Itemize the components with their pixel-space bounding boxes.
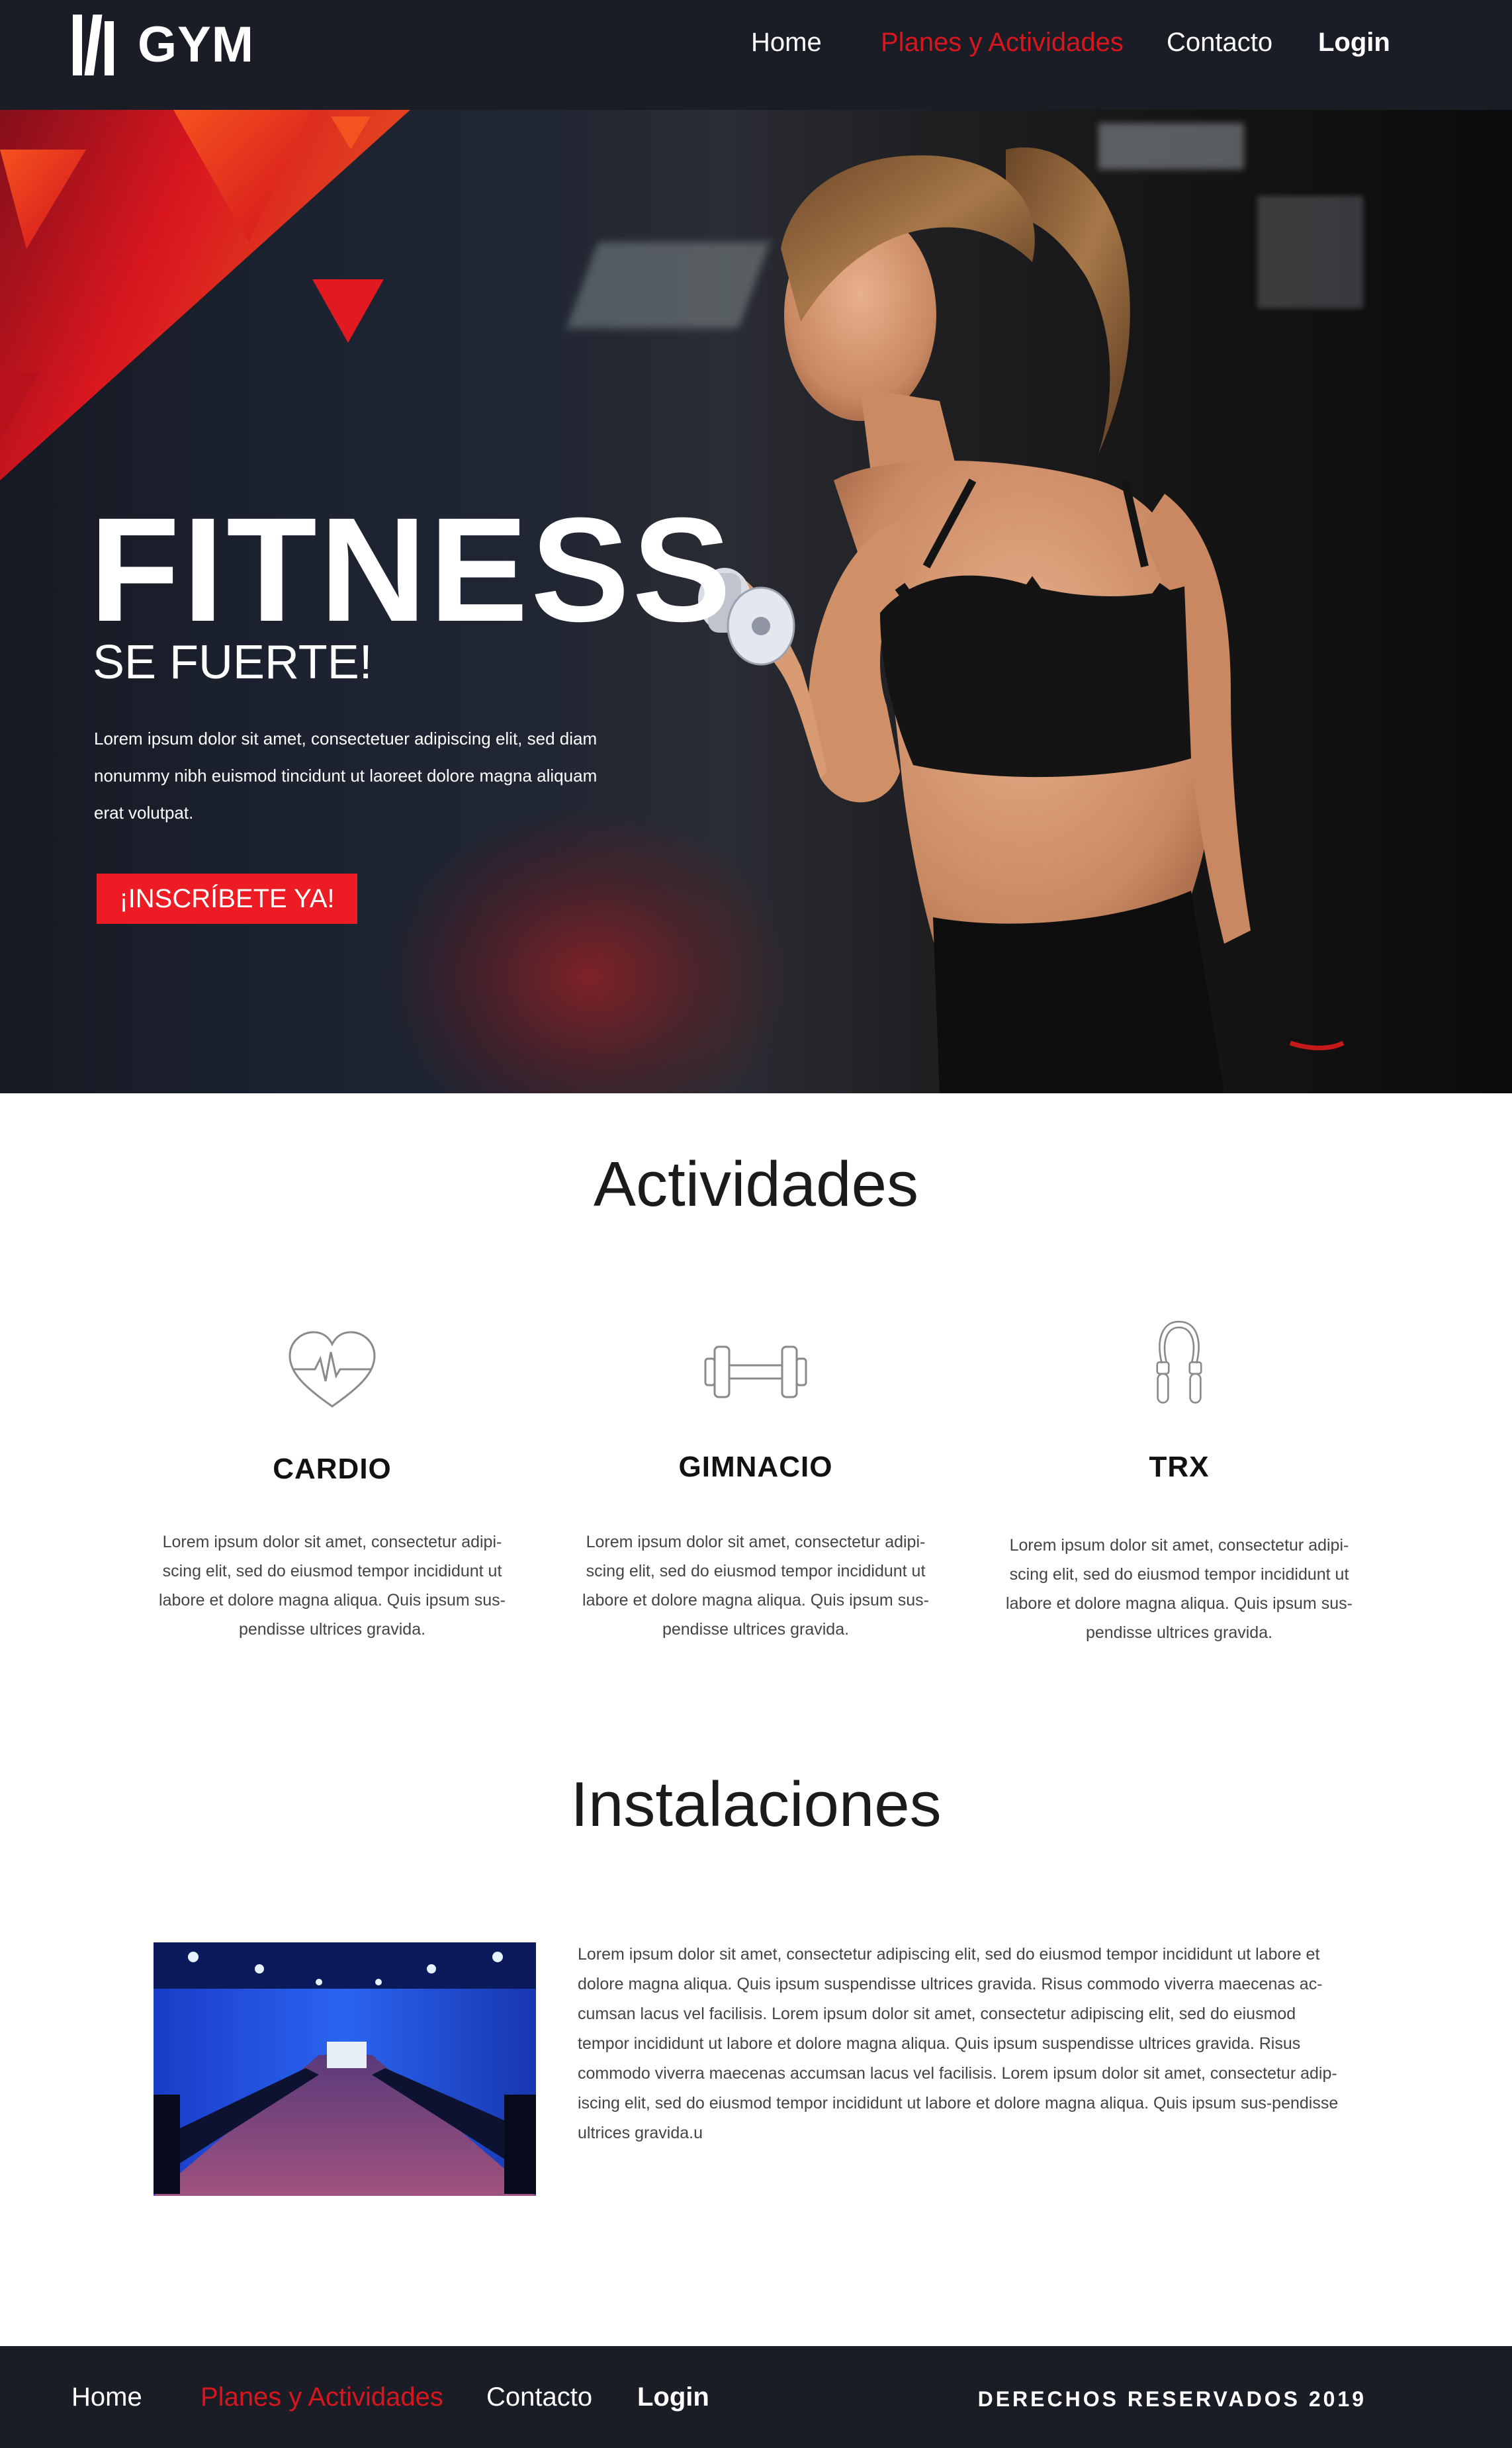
activity-name: GIMNACIO [678, 1451, 833, 1483]
hero-banner: FITNESS SE FUERTE! Lorem ipsum dolor sit… [0, 110, 1512, 1093]
nav-login[interactable]: Login [1318, 25, 1390, 60]
nav-home[interactable]: Home [751, 25, 822, 60]
logo-text: GYM [138, 17, 255, 73]
dumbbell-icon [704, 1345, 807, 1398]
activity-description: Lorem ipsum dolor sit amet, consectetur … [159, 1533, 506, 1639]
gym-interior-photo [154, 1942, 536, 2196]
activities-title: Actividades [594, 1149, 918, 1220]
nav-contacto[interactable]: Contacto [1167, 25, 1272, 60]
nav-planes-actividades[interactable]: Planes y Actividades [881, 25, 1124, 60]
copyright-text: DERECHOS RESERVADOS 2019 [977, 2387, 1366, 2411]
footer-nav-planes-actividades[interactable]: Planes y Actividades [200, 2380, 443, 2414]
activity-name: TRX [1149, 1451, 1210, 1483]
signup-button[interactable]: ¡INSCRÍBETE YA! [97, 874, 357, 924]
decorative-triangles [0, 110, 410, 480]
site-header: GYM Home Planes y Actividades Contacto L… [0, 0, 1512, 110]
footer-nav-contacto[interactable]: Contacto [486, 2380, 592, 2414]
heart-pulse-icon [289, 1331, 376, 1408]
facilities-description: Lorem ipsum dolor sit amet, consectetur … [578, 1945, 1339, 2142]
hero-description: Lorem ipsum dolor sit amet, consectetuer… [94, 729, 598, 823]
logo-icon [73, 14, 114, 75]
activity-name: CARDIO [273, 1453, 392, 1485]
hero-subtitle: SE FUERTE! [93, 636, 373, 689]
activity-description: Lorem ipsum dolor sit amet, consectetur … [1006, 1536, 1353, 1642]
site-footer: Home Planes y Actividades Contacto Login… [0, 2346, 1512, 2448]
footer-nav-login[interactable]: Login [637, 2380, 709, 2414]
woman-lifting-dumbbell-photo [698, 147, 1345, 1093]
footer-nav-home[interactable]: Home [71, 2380, 142, 2414]
jump-rope-icon [1156, 1320, 1202, 1404]
activity-description: Lorem ipsum dolor sit amet, consectetur … [582, 1533, 929, 1639]
hero-title: FITNESS [89, 487, 734, 653]
facilities-title: Instalaciones [570, 1769, 942, 1840]
logo[interactable]: GYM [73, 13, 254, 76]
